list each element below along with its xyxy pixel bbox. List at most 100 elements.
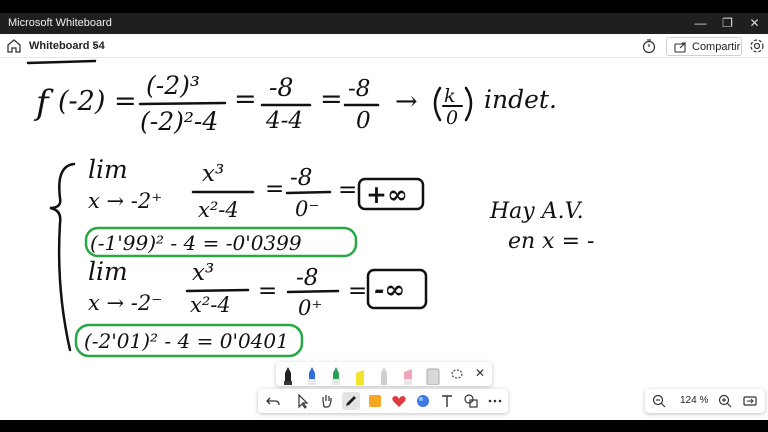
title-bar: Microsoft Whiteboard — ❐ ✕ (0, 13, 768, 34)
pen-blue-icon (308, 367, 316, 385)
pen-green-icon (332, 367, 340, 385)
pen-tray: ✕ (276, 362, 492, 386)
ink-lim1-den: x²-4 (198, 198, 239, 222)
more-button[interactable] (486, 392, 504, 410)
highlighter-yellow-icon (356, 370, 364, 385)
zoom-in-button[interactable] (716, 392, 734, 410)
ink-indet: indet. (484, 85, 557, 114)
window-title: Microsoft Whiteboard (8, 17, 112, 29)
ink-note2: en x = - (508, 229, 594, 254)
lasso-icon (451, 369, 463, 379)
pointer-icon (298, 393, 309, 409)
ink-lim1-result: +∞ (366, 180, 408, 209)
pen-green[interactable] (330, 365, 342, 385)
sphere-icon (417, 395, 429, 407)
highlighter-pink[interactable] (402, 365, 414, 385)
close-pen-tray-icon[interactable]: ✕ (472, 365, 488, 381)
ink-frac1-den: (-2)²-4 (140, 107, 218, 136)
bottom-letterbox (0, 420, 768, 432)
pen-icon (346, 396, 356, 406)
pen-black[interactable] (282, 365, 294, 385)
eraser-icon (426, 368, 440, 386)
ink-lim2-sub: x → -2⁻ (88, 291, 162, 315)
home-icon (7, 39, 21, 53)
chevron-down-icon[interactable]: ⌄ (91, 39, 99, 50)
zoom-out-icon (652, 394, 666, 408)
reactions-button[interactable] (390, 392, 408, 410)
ink-frac2-num: -8 (269, 73, 293, 102)
ink-lim1-rden: 0⁻ (295, 197, 319, 221)
lasso[interactable] (450, 365, 463, 385)
eraser[interactable] (426, 365, 440, 386)
ink-frac2-den: 4-4 (265, 108, 303, 134)
zoom-bar: 124 % (645, 389, 765, 413)
sticky-note-icon (369, 395, 381, 407)
ink-lim1-eq2: = (338, 177, 357, 203)
pen-black-icon (284, 367, 292, 385)
ink-note1: Hay A.V. (489, 199, 584, 224)
ink-lim1-rnum: -8 (290, 165, 312, 191)
ink-calc2: (-2'01)² - 4 = 0'0401 (84, 329, 289, 353)
ink-lim2-eq: = (258, 278, 277, 304)
share-label: Compartir (692, 41, 741, 53)
ink-lim1-num: x³ (202, 161, 224, 187)
settings-button[interactable] (748, 37, 766, 55)
close-window-button[interactable]: ✕ (740, 13, 768, 34)
highlighter-pink-icon (404, 369, 412, 385)
ink-lim1: lim (88, 155, 128, 184)
sphere-button[interactable] (414, 392, 432, 410)
minimize-button[interactable]: — (686, 13, 715, 34)
zoom-in-icon (718, 394, 732, 408)
ink-lim2-result: -∞ (374, 275, 405, 304)
ink-lim2-den: x²-4 (190, 293, 231, 317)
ink-frac3-num: -8 (348, 76, 370, 102)
pen-blue[interactable] (306, 365, 318, 385)
zoom-level[interactable]: 124 % (680, 395, 708, 406)
text-icon (442, 395, 452, 407)
ink-lim1-eq: = (265, 176, 284, 202)
ink-f: f (33, 83, 54, 123)
fit-screen-icon (743, 396, 757, 406)
ink-k-num: k (444, 85, 456, 107)
ink-lim2-num: x³ (192, 260, 214, 286)
more-icon (488, 399, 502, 403)
highlighter-yellow[interactable] (354, 365, 366, 385)
pen-tool-button[interactable] (342, 392, 360, 410)
text-button[interactable] (438, 392, 456, 410)
ink-lim1-sub: x → -2⁺ (88, 189, 162, 213)
timer-button[interactable] (640, 37, 658, 55)
ink-lim2-rnum: -8 (296, 265, 318, 291)
ink-frac3-den: 0 (356, 108, 371, 134)
hand-icon (322, 395, 332, 408)
timer-icon (642, 39, 656, 54)
ink-calc1: (-1'99)² - 4 = -0'0399 (90, 231, 302, 255)
shapes-button[interactable] (462, 392, 480, 410)
ink-lim2: lim (88, 257, 128, 286)
ink-lim2-eq2: = (348, 278, 367, 304)
fit-screen-button[interactable] (741, 392, 759, 410)
heart-icon (392, 396, 406, 407)
share-button[interactable]: Compartir (666, 37, 742, 56)
zoom-out-button[interactable] (650, 392, 668, 410)
ink-f-arg: (-2) = (58, 86, 137, 117)
ink-k-den: 0 (446, 107, 458, 129)
ink-frac1-num: (-2)³ (146, 71, 200, 100)
undo-icon (266, 397, 280, 406)
ink-lim2-rden: 0⁺ (298, 296, 322, 320)
restore-button[interactable]: ❐ (713, 13, 742, 34)
pan-button[interactable] (318, 392, 336, 410)
undo-button[interactable] (264, 392, 282, 410)
bottom-toolbar (258, 389, 508, 413)
pen-gray[interactable] (378, 365, 390, 385)
pen-gray-icon (381, 367, 387, 385)
ink-arrow: → (395, 86, 418, 117)
ink-eq-a: = (234, 84, 257, 115)
top-toolbar: Whiteboard 54 ⌄ Compartir (0, 34, 768, 58)
shapes-icon (464, 394, 478, 408)
select-button[interactable] (294, 392, 312, 410)
ink-eq-b: = (320, 84, 343, 115)
gear-icon (750, 39, 764, 53)
home-button[interactable] (4, 36, 24, 56)
share-icon (674, 42, 686, 53)
sticky-note-button[interactable] (366, 392, 384, 410)
